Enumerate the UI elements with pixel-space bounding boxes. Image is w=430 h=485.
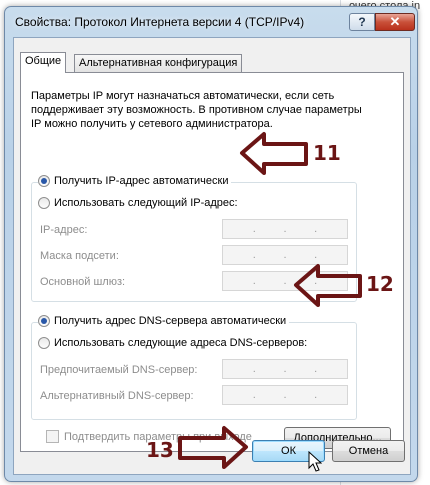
validate-on-exit-box[interactable] (46, 430, 59, 443)
annotation-arrow-dns (294, 264, 362, 307)
default-gateway-label: Основной шлюз: (40, 276, 126, 288)
radio-ip-manual[interactable]: Использовать следующий IP-адрес: (38, 197, 241, 209)
radio-ip-auto-label[interactable]: Получить IP-адрес автоматически (54, 175, 228, 187)
ip-address-field[interactable]: ... (222, 219, 348, 239)
radio-dns-manual[interactable]: Использовать следующие адреса DNS-сервер… (38, 337, 311, 349)
tab-alternate-configuration[interactable]: Альтернативная конфигурация (74, 54, 243, 72)
cancel-button[interactable]: Отмена (332, 440, 405, 462)
mouse-pointer-icon (308, 451, 322, 472)
annotation-step-13: 13 (146, 438, 174, 462)
description-text: Параметры IP могут назначаться автоматич… (31, 90, 362, 130)
radio-ip-auto[interactable]: Получить IP-адрес автоматически (38, 175, 232, 187)
help-button[interactable]: ? (349, 13, 375, 31)
dialog-title: Свойства: Протокол Интернета версии 4 (T… (15, 15, 305, 29)
preferred-dns-field[interactable]: ... (222, 359, 348, 379)
radio-dns-auto[interactable]: Получить адрес DNS-сервера автоматически (38, 315, 290, 327)
subnet-mask-field[interactable]: ... (222, 245, 348, 265)
title-bar[interactable]: Свойства: Протокол Интернета версии 4 (T… (5, 7, 417, 37)
alternate-dns-field[interactable]: ... (222, 385, 348, 405)
tcpip-properties-dialog: Свойства: Протокол Интернета версии 4 (T… (4, 6, 418, 482)
radio-dns-manual-label[interactable]: Использовать следующие адреса DNS-сервер… (54, 337, 307, 349)
tab-panel-general: Параметры IP могут назначаться автоматич… (20, 72, 404, 452)
subnet-mask-label: Маска подсети: (40, 250, 119, 262)
radio-ip-manual-label[interactable]: Использовать следующий IP-адрес: (54, 197, 238, 209)
annotation-arrow-ok (178, 426, 248, 469)
ip-address-label: IP-адрес: (40, 224, 88, 236)
radio-ip-manual-indicator[interactable] (38, 197, 50, 209)
radio-ip-auto-indicator[interactable] (38, 175, 50, 187)
annotation-arrow-ip (240, 132, 308, 175)
annotation-step-12: 12 (366, 272, 394, 296)
dialog-client-area: Общие Альтернативная конфигурация Параме… (13, 37, 411, 475)
radio-dns-manual-indicator[interactable] (38, 337, 50, 349)
radio-dns-auto-label[interactable]: Получить адрес DNS-сервера автоматически (54, 315, 286, 327)
alternate-dns-label: Альтернативный DNS-сервер: (40, 390, 194, 402)
close-button[interactable]: ✕ (375, 13, 415, 31)
radio-dns-auto-indicator[interactable] (38, 315, 50, 327)
tab-general[interactable]: Общие (20, 52, 67, 73)
annotation-step-11: 11 (313, 141, 341, 165)
preferred-dns-label: Предпочитаемый DNS-сервер: (40, 364, 198, 376)
